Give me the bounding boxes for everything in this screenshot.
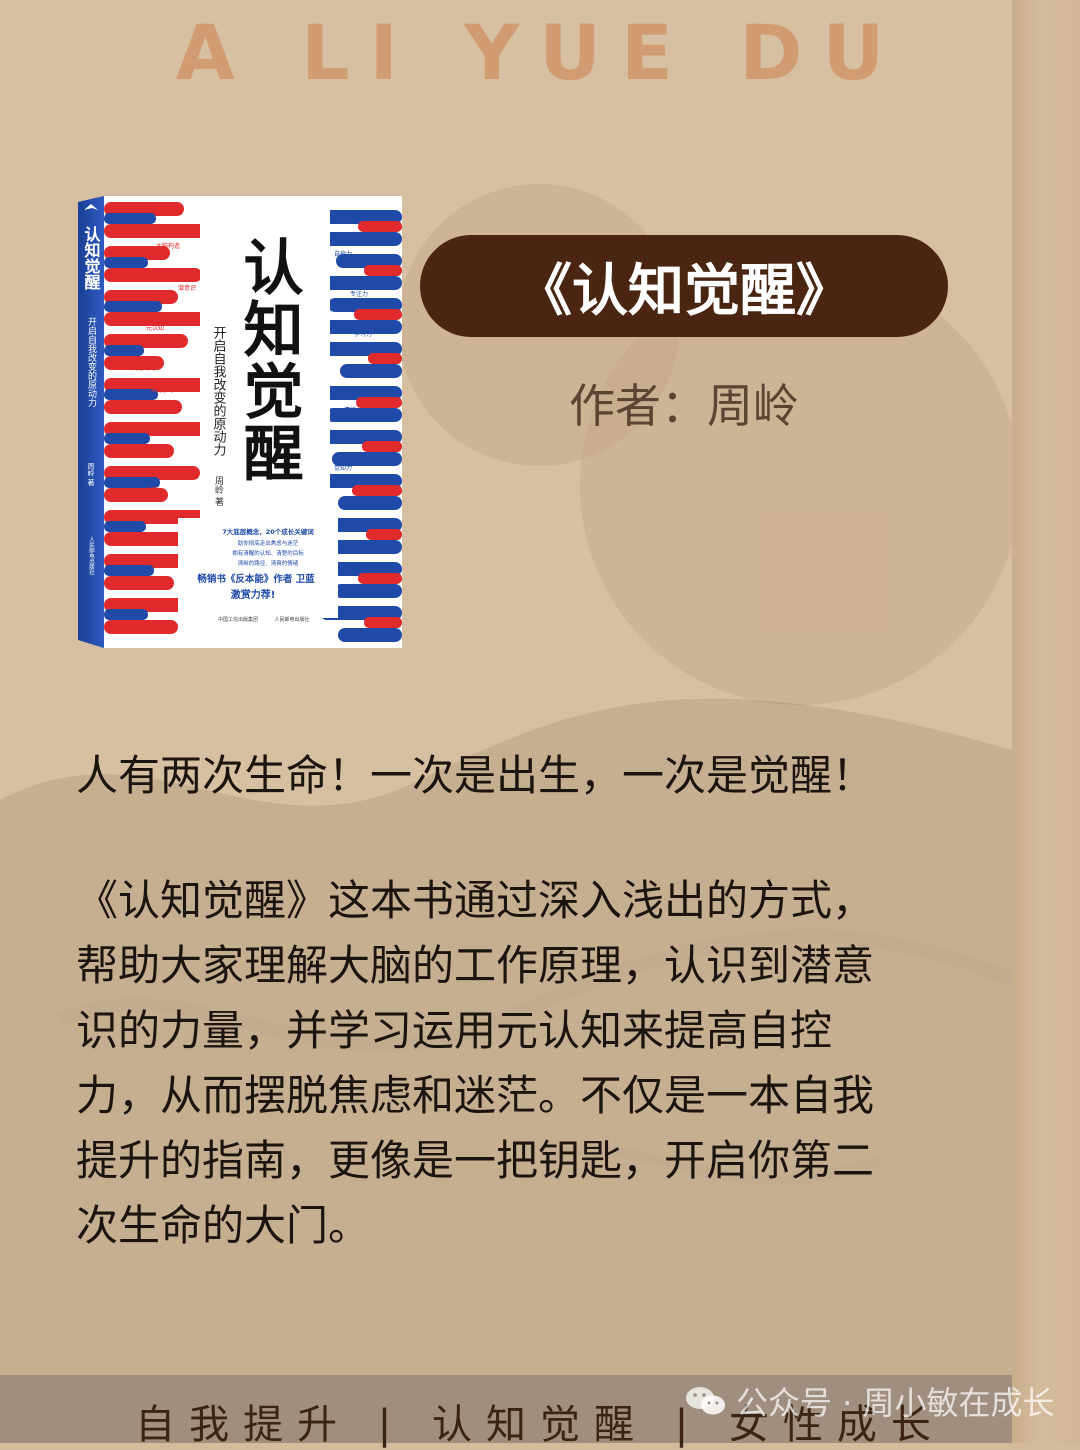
- book-title-pill: 《认知觉醒》: [420, 235, 948, 337]
- cover-publisher-right: 人民邮电出版社: [274, 616, 309, 623]
- cover-subtitle: 开启自我改变的原动力: [211, 326, 227, 457]
- book-author: 作者：周岭: [569, 379, 799, 433]
- book-cover: 大脑构造 潜意识 元认知 刻意练习 深度学习 关联 反馈 自控力 专注力 学习力…: [78, 196, 402, 648]
- cover-publisher-left: 中国工信出版集团: [218, 616, 258, 623]
- description-line: 识的力量，并学习运用元认知来提高自控: [76, 1006, 833, 1055]
- spine-subtitle: 开启自我改变的原动力: [86, 317, 97, 408]
- cover-blurb-line2: 助你彻底走出焦虑与迷茫: [238, 539, 299, 547]
- page-edge-shadow: [1012, 0, 1080, 1443]
- cover-tag-7: 反馈: [146, 486, 158, 494]
- description-line: 提升的指南，更像是一把钥匙，开启你第二: [76, 1136, 875, 1185]
- cover-tag-2: 潜意识: [178, 284, 196, 292]
- cover-tag-5: 深度学习: [150, 386, 174, 394]
- cover-tag-6: 关联: [152, 446, 164, 454]
- spine-publisher: 人民邮电出版社: [88, 537, 95, 577]
- cover-author: 周岭 著: [213, 476, 224, 506]
- cover-tag-1: 大脑构造: [156, 242, 180, 250]
- cover-title: 认知觉醒: [233, 236, 303, 484]
- cover-rtag-6: 觉知力: [334, 464, 352, 472]
- book-description: 《认知觉醒》这本书通过深入浅出的方式， 帮助大家理解大脑的工作原理，认识到潜意 …: [76, 868, 966, 1258]
- wechat-icon: [686, 1387, 725, 1415]
- brand-header: A LI YUE DU: [175, 8, 905, 97]
- description-line: 《认知觉醒》这本书通过深入浅出的方式，: [76, 876, 875, 925]
- cover-rtag-3: 学习力: [354, 330, 372, 338]
- cover-tag-4: 刻意练习: [132, 364, 156, 372]
- cover-recommend: 畅销书《反本能》作者 卫蓝: [197, 573, 315, 585]
- cover-rtag-2: 专注力: [350, 290, 368, 298]
- watermark-text: 公众号 · 周小敏在成长: [736, 1384, 1055, 1422]
- cover-rtag-5: 情绪力: [344, 406, 362, 414]
- spine-title: 认知觉醒: [82, 225, 101, 291]
- cover-tag-3: 元认知: [146, 324, 164, 332]
- cover-blurb-line3: 拥有清醒的认知、清楚的目标: [232, 549, 304, 557]
- book-title: 《认知觉醒》: [516, 258, 852, 324]
- spine-author: 周岭 著: [87, 462, 95, 486]
- description-line: 帮助大家理解大脑的工作原理，认识到潜意: [76, 941, 875, 990]
- cover-rtag-4: 行动力: [348, 368, 366, 376]
- cover-blurb-line1: 7大底层概念，20个成长关键词: [222, 527, 314, 536]
- quote-line: 人有两次生命！一次是出生，一次是觉醒！: [76, 751, 875, 800]
- cover-blurb-line4: 清晰的路径、清爽的情绪: [238, 559, 299, 567]
- description-line: 次生命的大门。: [76, 1201, 371, 1250]
- watermark: 公众号 · 周小敏在成长: [684, 1378, 1055, 1424]
- description-line: 力，从而摆脱焦虑和迷茫。不仅是一本自我: [76, 1071, 875, 1120]
- cover-rtag-1: 自控力: [334, 250, 352, 258]
- cover-recommend-2: 激赏力荐!: [231, 588, 276, 601]
